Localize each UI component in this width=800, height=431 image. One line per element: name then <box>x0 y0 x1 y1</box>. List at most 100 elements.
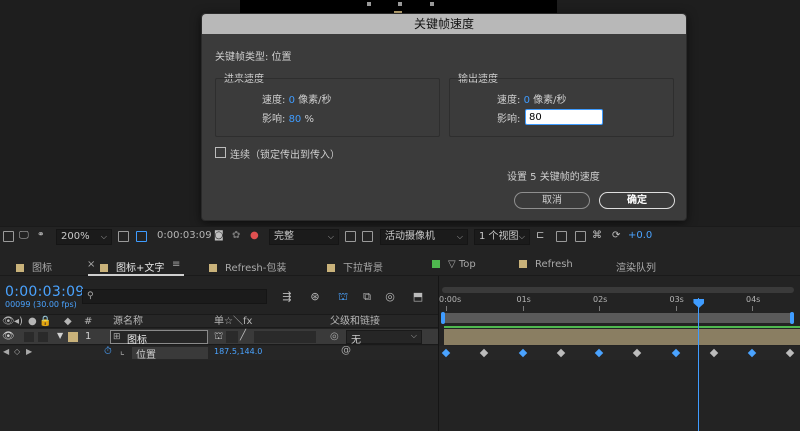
property-value[interactable]: 187.5,144.0 <box>214 347 262 356</box>
monitor-icon[interactable]: 🖵 <box>19 230 29 241</box>
fast-preview-icon[interactable] <box>556 231 567 242</box>
stopwatch-icon[interactable]: ⏱ <box>104 346 112 357</box>
solo-toggle[interactable] <box>24 332 34 342</box>
timeline-graph-area[interactable]: 0:00s 01s 02s 03s 04s <box>438 276 800 431</box>
zoom-select[interactable]: 200% ⌵ <box>56 229 112 245</box>
next-keyframe-icon[interactable]: ▶ <box>26 347 32 356</box>
quality-switch-icon[interactable]: ╱ <box>240 330 246 341</box>
mask-icon[interactable]: ⚭ <box>37 230 45 240</box>
source-name-header[interactable]: 源名称 <box>113 315 143 328</box>
incoming-influence-label: 影响: <box>262 114 286 125</box>
add-keyframe-icon[interactable]: ◇ <box>14 347 20 356</box>
layer-name: 图标 <box>127 335 147 346</box>
shy-layers-icon[interactable]: ⛫ <box>336 290 350 303</box>
work-area-bar[interactable] <box>442 313 794 323</box>
layer-row[interactable]: 👁 ▼ 1 ⊞ 图标 ⛫ ╱ ◎ 无 ⌵ <box>0 329 438 346</box>
keyframe-diamond[interactable] <box>747 348 757 358</box>
flowchart-icon[interactable]: ⌘ <box>592 230 602 241</box>
draft-3d-icon[interactable]: ⊛ <box>308 290 322 303</box>
outgoing-speed-value[interactable]: 0 <box>524 95 530 106</box>
chevron-down-icon: ⌵ <box>327 232 334 241</box>
layer-search-input[interactable]: ⚲ <box>82 289 267 304</box>
motion-blur-icon[interactable]: ◎ <box>383 290 397 303</box>
tab-icon-text[interactable]: 图标+文字 <box>100 259 164 274</box>
current-timecode[interactable]: 0:00:03:09 <box>5 284 85 300</box>
graph-icon[interactable]: ⌞ <box>120 346 125 357</box>
color-channel-icon[interactable]: ● <box>250 230 259 241</box>
collapse-switch[interactable] <box>226 331 238 343</box>
tab-top[interactable]: ▽ Top <box>432 259 476 273</box>
layer-duration-bar[interactable] <box>444 329 800 345</box>
show-snapshot-icon[interactable]: ✿ <box>232 230 240 241</box>
parent-select[interactable]: 无 ⌵ <box>346 330 422 346</box>
audio-icon[interactable]: ◂) <box>14 315 23 328</box>
property-row[interactable]: ◀ ◇ ▶ ⏱ ⌞ 位置 187.5,144.0 @ <box>0 345 438 361</box>
effect-switches[interactable] <box>254 331 316 343</box>
tab-refresh[interactable]: Refresh <box>519 259 573 273</box>
keyframe-diamond[interactable] <box>709 348 718 358</box>
lock-toggle[interactable] <box>38 332 48 342</box>
continuous-checkbox[interactable] <box>215 147 226 158</box>
tab-dropdown-background[interactable]: 下拉背景 <box>327 259 383 274</box>
lock-icon[interactable]: 🔒 <box>39 315 51 328</box>
prev-keyframe-icon[interactable]: ◀ <box>3 347 9 356</box>
timeline-icon[interactable] <box>575 231 586 242</box>
viewer-time[interactable]: 0:00:03:09 <box>157 230 212 241</box>
continuous-label[interactable]: 连续（锁定传出到传入） <box>230 146 340 161</box>
grid-icon[interactable] <box>118 231 129 242</box>
expand-arrow-icon[interactable]: ▼ <box>57 331 63 340</box>
solo-icon[interactable]: ● <box>28 315 37 328</box>
views-select[interactable]: 1 个视图 ⌵ <box>474 229 530 245</box>
incoming-influence-value[interactable]: 80 <box>289 114 302 125</box>
outgoing-influence-input[interactable] <box>525 109 603 125</box>
reset-exposure-icon[interactable]: ⟳ <box>612 230 620 241</box>
graph-editor-icon[interactable]: ⬒ <box>411 290 425 303</box>
keyframe-velocity-dialog: 关键帧速度 关键帧类型: 位置 进来速度 速度: 0 像素/秒 影响: 80 %… <box>201 13 687 221</box>
shy-switch-icon[interactable]: ⛫ <box>214 331 223 344</box>
ok-button[interactable]: 确定 <box>599 192 675 209</box>
tab-refresh-package[interactable]: Refresh-包装 <box>209 259 286 274</box>
visibility-icon[interactable]: 👁 <box>2 315 15 328</box>
keyframe-diamond[interactable] <box>518 348 527 358</box>
camera-select[interactable]: 活动摄像机 ⌵ <box>380 229 468 245</box>
frame-blending-icon[interactable]: ⧉ <box>360 290 374 303</box>
keyframe-track[interactable] <box>439 346 800 360</box>
keyframe-diamond[interactable] <box>786 348 795 358</box>
camera-snapshot-icon[interactable]: ◙ <box>214 230 224 241</box>
keyframe-diamond[interactable] <box>594 348 604 358</box>
keyframe-diamond[interactable] <box>441 348 451 358</box>
tab-icon[interactable]: 图标 <box>16 259 52 274</box>
exposure-value[interactable]: +0.0 <box>628 230 652 241</box>
work-area-start-handle[interactable] <box>441 312 445 324</box>
cancel-button[interactable]: 取消 <box>514 192 590 209</box>
render-cache-line <box>444 326 800 328</box>
label-icon[interactable]: ◆ <box>64 315 72 328</box>
time-ruler[interactable]: 0:00s 01s 02s 03s 04s <box>439 294 800 312</box>
keyframe-diamond[interactable] <box>633 348 642 358</box>
keyframe-diamond[interactable] <box>556 348 565 358</box>
tab-menu-icon[interactable]: ≡ <box>172 259 180 273</box>
incoming-speed-value[interactable]: 0 <box>289 95 295 106</box>
pick-whip-icon[interactable]: ◎ <box>330 331 339 342</box>
layer-name-field[interactable]: ⊞ 图标 <box>110 330 208 346</box>
expression-spiral-icon[interactable]: @ <box>341 345 351 356</box>
tab-close-icon[interactable]: × <box>87 259 95 273</box>
keyframe-diamond[interactable] <box>480 348 489 358</box>
resolution-select[interactable]: 完整 ⌵ <box>269 229 339 245</box>
transparency-grid-icon[interactable] <box>136 231 147 242</box>
region-icon[interactable] <box>3 231 14 242</box>
outgoing-influence-label: 影响: <box>497 114 521 125</box>
time-navigator[interactable] <box>442 287 794 293</box>
playhead-line[interactable] <box>698 298 700 431</box>
composition-nav-icon[interactable]: ⇶ <box>280 290 294 303</box>
work-area-end-handle[interactable] <box>790 312 794 324</box>
toggle-transparency-icon[interactable] <box>362 231 373 242</box>
resolution-value: 完整 <box>274 231 294 242</box>
keyframe-diamond[interactable] <box>671 348 680 358</box>
pixel-aspect-icon[interactable]: ⊏ <box>536 230 544 241</box>
region-of-interest-icon[interactable] <box>345 231 356 242</box>
label-color-swatch[interactable] <box>68 332 78 342</box>
tab-render-queue[interactable]: 渲染队列 <box>616 259 656 274</box>
visibility-icon[interactable]: 👁 <box>2 331 15 342</box>
composition-icon: ⊞ <box>113 332 121 342</box>
